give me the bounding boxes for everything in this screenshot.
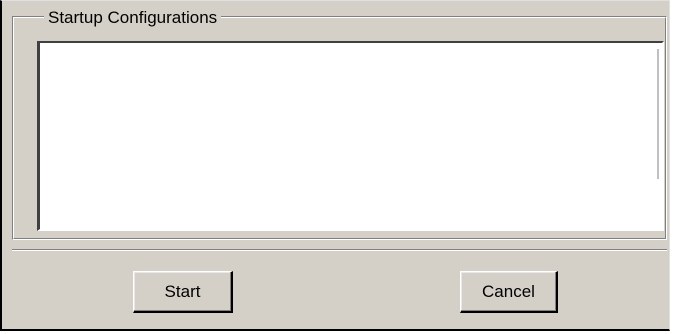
cancel-button[interactable]: Cancel	[460, 271, 558, 313]
button-divider	[12, 249, 667, 251]
configurations-list[interactable]	[37, 41, 664, 231]
list-scroll-edge	[657, 49, 659, 179]
startup-dialog: Startup Configurations Start Cancel	[0, 0, 670, 331]
group-title: Startup Configurations	[44, 9, 222, 27]
start-button[interactable]: Start	[133, 271, 233, 313]
